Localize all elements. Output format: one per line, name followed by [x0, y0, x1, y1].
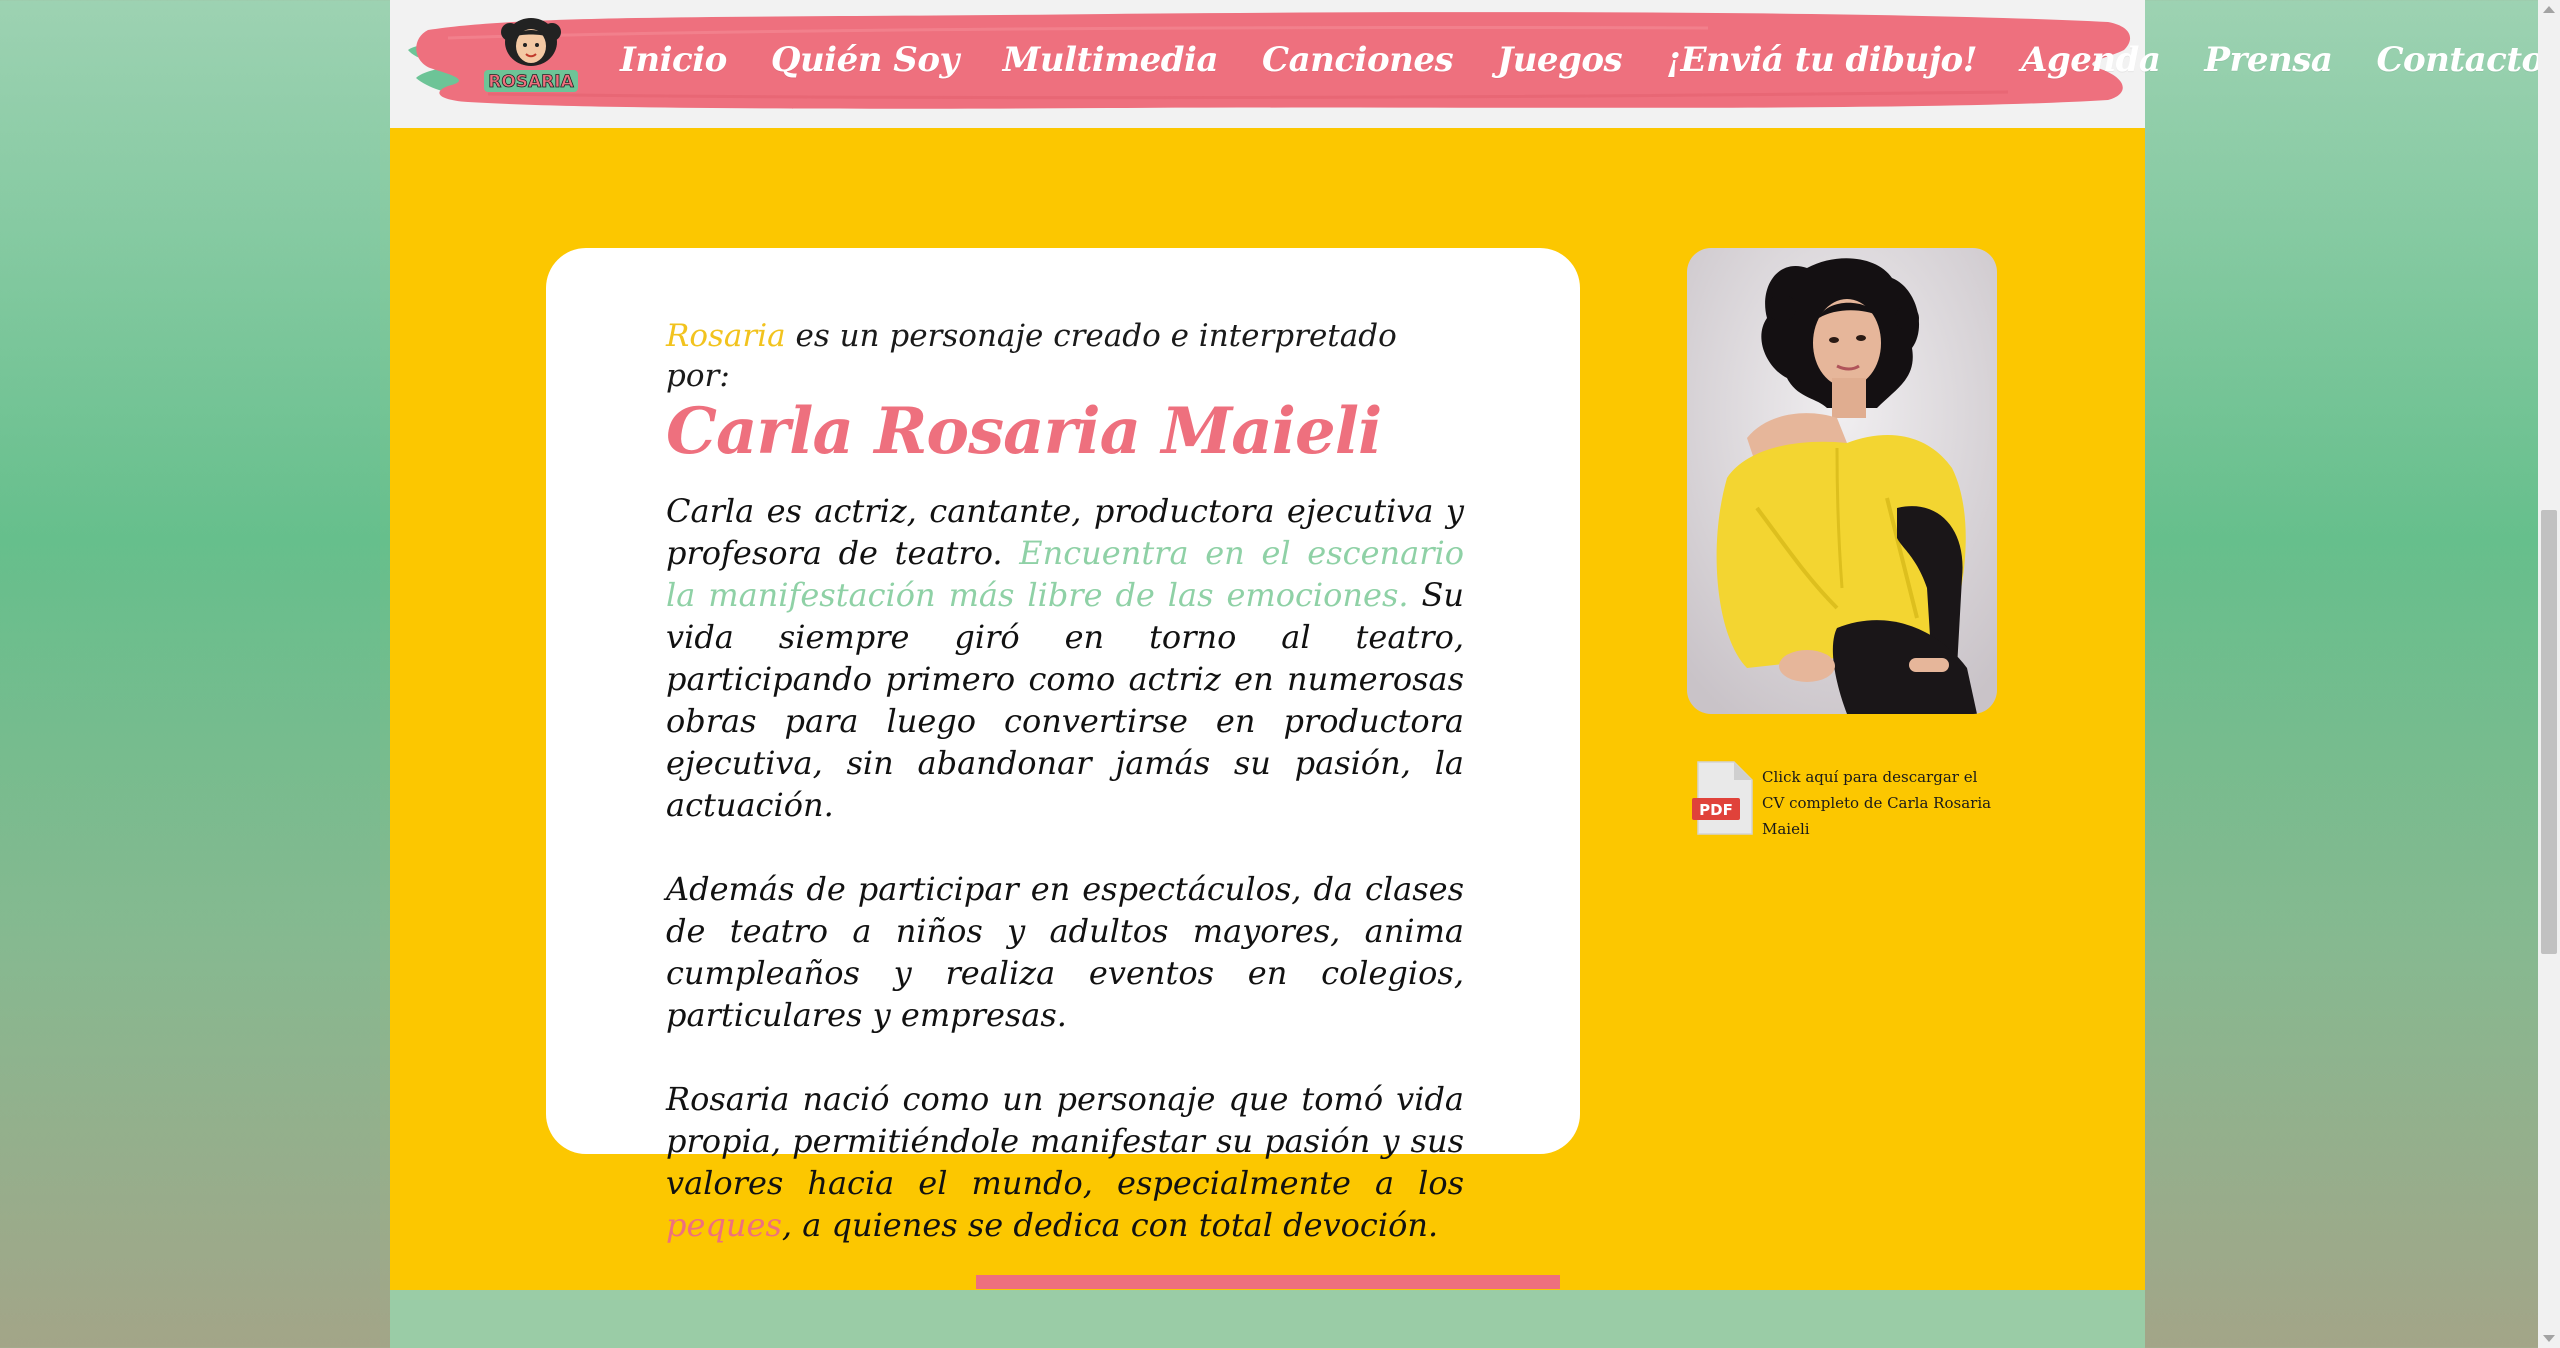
about-card: Rosaria es un personaje creado e interpr… — [546, 248, 1580, 1244]
footer-pink-bar — [976, 1275, 1560, 1289]
nav-item-agenda[interactable]: Agenda — [2021, 40, 2161, 80]
cv-download-link[interactable]: PDF Click aquí para descargar el CV comp… — [1690, 756, 2010, 840]
intro-brand: Rosaria — [666, 318, 786, 354]
bio: Carla es actriz, cantante, productora ej… — [666, 490, 1464, 1246]
nav-item-juegos[interactable]: Juegos — [1497, 40, 1623, 80]
scroll-up-arrow-icon[interactable] — [2543, 6, 2555, 13]
bio-paragraph-3: Rosaria nació como un personaje que tomó… — [666, 1078, 1464, 1246]
nav-item-quien-soy[interactable]: Quién Soy — [771, 40, 959, 80]
artist-photo — [1687, 248, 1997, 714]
page-scrollbar[interactable] — [2538, 0, 2560, 1348]
rosaria-logo[interactable]: ROSARIA — [476, 14, 586, 98]
cv-download-text: Click aquí para descargar el CV completo… — [1762, 768, 1992, 838]
intro-line: Rosaria es un personaje creado e interpr… — [666, 316, 1464, 396]
nav-item-prensa[interactable]: Prensa — [2204, 40, 2333, 80]
site-header: ROSARIA Inicio Quién Soy Multimedia Canc… — [390, 0, 2544, 128]
scroll-thumb[interactable] — [2541, 510, 2557, 954]
rosaria-logo-icon: ROSARIA — [484, 18, 578, 92]
pdf-file-icon: PDF — [1692, 761, 1753, 835]
artist-name: Carla Rosaria Maieli — [666, 394, 1382, 469]
page: ROSARIA Inicio Quién Soy Multimedia Canc… — [390, 0, 2544, 1348]
bio-p3-highlight: peques — [666, 1206, 782, 1244]
bio-p3-end: , a quienes se dedica con total devoción… — [781, 1206, 1439, 1244]
about-content: Rosaria es un personaje creado e interpr… — [666, 316, 1464, 1288]
nav-item-inicio[interactable]: Inicio — [620, 40, 727, 80]
scroll-down-arrow-icon[interactable] — [2543, 1335, 2555, 1342]
nav-item-contacto[interactable]: Contacto — [2376, 40, 2544, 80]
artist-photo-image — [1687, 248, 1997, 714]
bio-paragraph-1: Carla es actriz, cantante, productora ej… — [666, 490, 1464, 826]
footer-green-band — [390, 1290, 2145, 1348]
bio-p3-start: Rosaria nació como un personaje que tomó… — [666, 1080, 1464, 1202]
svg-text:PDF: PDF — [1699, 801, 1733, 819]
nav-item-canciones[interactable]: Canciones — [1262, 40, 1454, 80]
bio-paragraph-2: Además de participar en espectáculos, da… — [666, 870, 1464, 1034]
nav-item-multimedia[interactable]: Multimedia — [1003, 40, 1219, 80]
svg-text:ROSARIA: ROSARIA — [488, 72, 574, 92]
nav-item-envia-tu-dibujo[interactable]: ¡Enviá tu dibujo! — [1666, 40, 1977, 80]
main-nav: Inicio Quién Soy Multimedia Canciones Ju… — [620, 30, 2560, 90]
